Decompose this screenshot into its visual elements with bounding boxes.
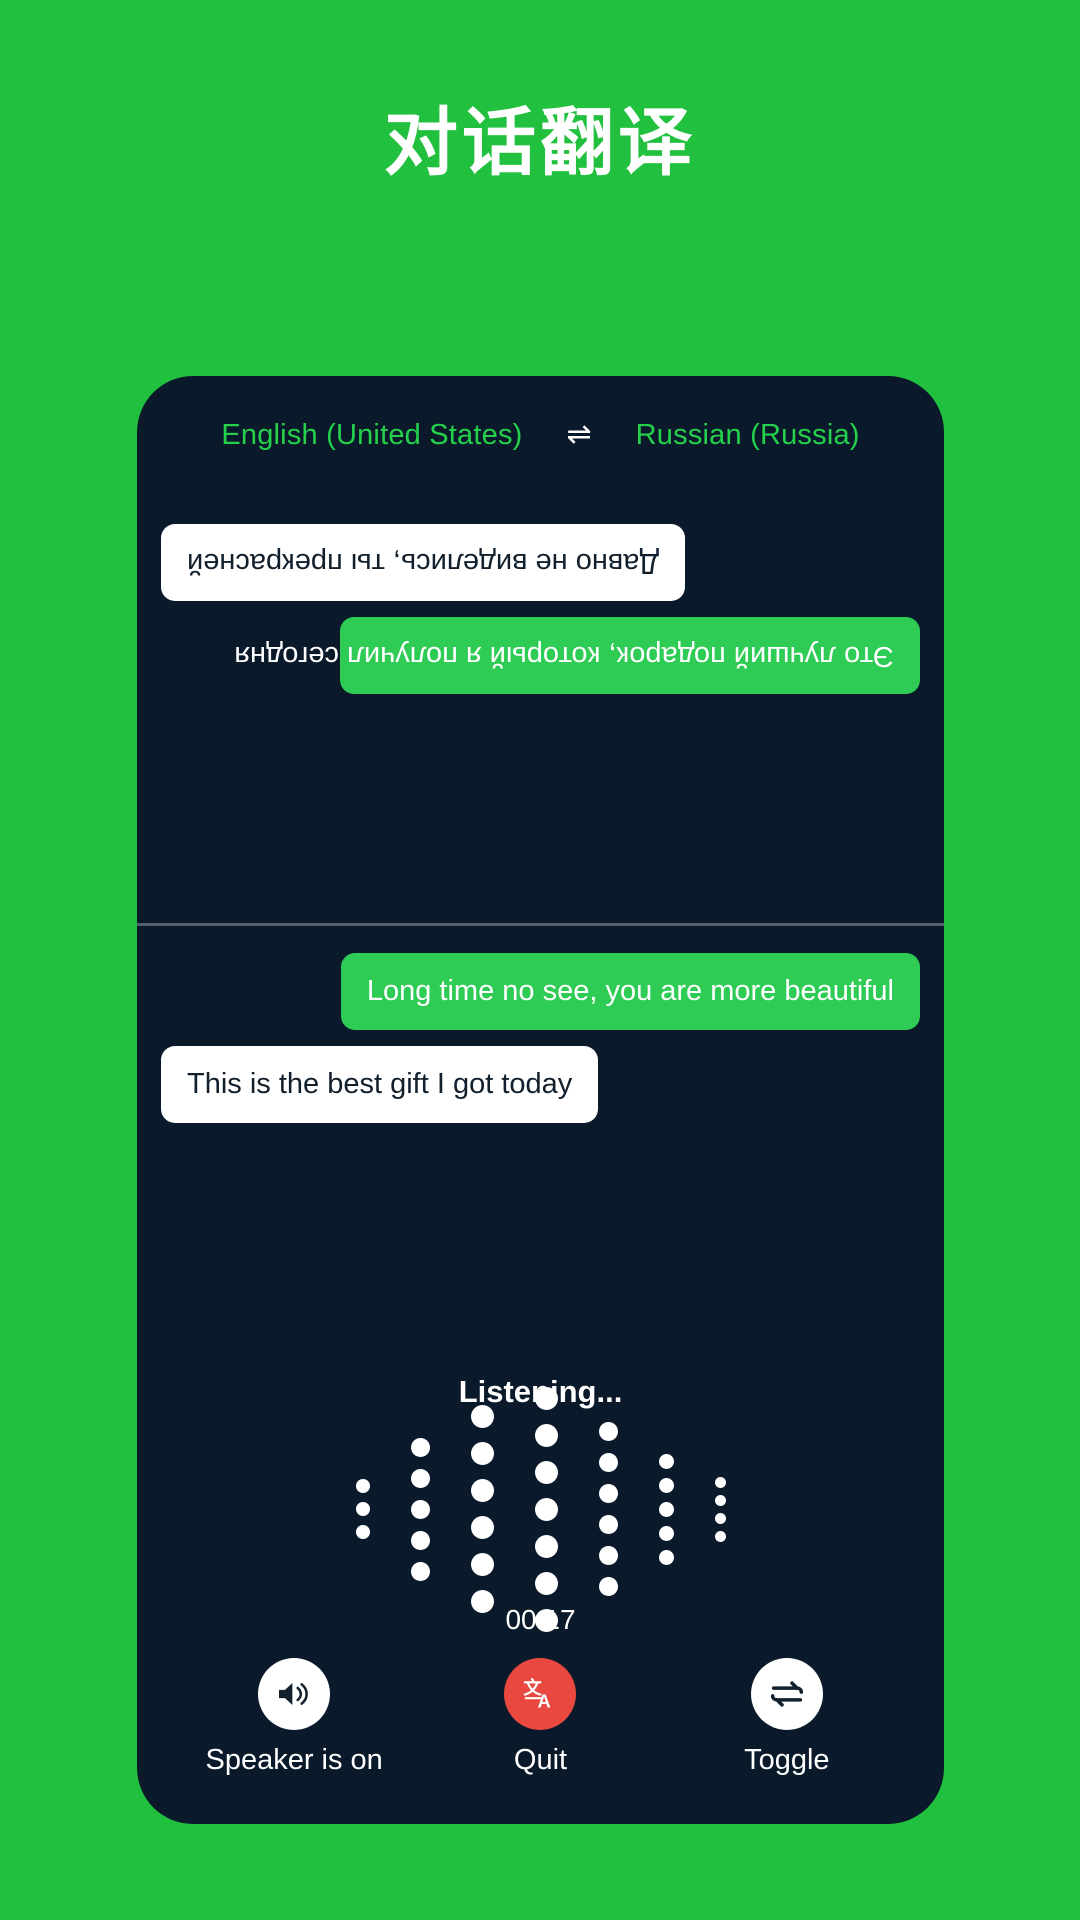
toggle-swap-icon (770, 1681, 803, 1707)
svg-text:A: A (538, 1690, 551, 1711)
speaker-on-icon (279, 1683, 309, 1705)
audio-waveform (137, 1386, 944, 1632)
waveform-dot (598, 1422, 618, 1441)
waveform-dot (534, 1386, 558, 1410)
waveform-dot (714, 1530, 726, 1542)
toggle-button-circle[interactable] (750, 1658, 823, 1730)
toggle-button-label: Toggle (744, 1744, 830, 1776)
speaker-button[interactable]: Speaker is on (179, 1658, 409, 1777)
message-bubble-local-2[interactable]: This is the best gift I got today (161, 1045, 599, 1123)
target-language-label[interactable]: Russian (Russia) (636, 419, 860, 452)
waveform-dot (470, 1516, 494, 1539)
quit-button-label: Quit (513, 1744, 568, 1776)
message-row: Давно не виделись, ты прекрасней (161, 524, 920, 601)
waveform-dot (410, 1499, 430, 1519)
waveform-dot (470, 1553, 494, 1576)
message-row: Long time no see, you are more beautiful (161, 953, 920, 1030)
waveform-dot (658, 1477, 674, 1493)
waveform-column (410, 1437, 430, 1581)
waveform-dot (534, 1497, 558, 1521)
waveform-column (714, 1476, 726, 1542)
quit-button-circle[interactable]: 文 A (504, 1658, 577, 1730)
waveform-dot (355, 1525, 370, 1539)
waveform-dot (355, 1479, 370, 1493)
waveform-dot (714, 1494, 726, 1506)
waveform-column (470, 1405, 494, 1613)
language-bar: English (United States) ⇌ Russian (Russi… (137, 376, 944, 494)
waveform-column (598, 1422, 618, 1596)
waveform-dot (534, 1423, 558, 1447)
control-bar: Speaker is on 文 A Quit Toggle (137, 1658, 944, 1777)
waveform-dot (714, 1512, 726, 1524)
waveform-dot (658, 1549, 674, 1565)
recording-timer: 00:17 (505, 1604, 576, 1635)
waveform-dot (470, 1405, 494, 1428)
speaker-button-circle[interactable] (258, 1658, 331, 1730)
toggle-button[interactable]: Toggle (672, 1658, 902, 1777)
remote-conversation-pane: Это лучший подарок, который я получил се… (137, 494, 944, 923)
waveform-dot (355, 1502, 370, 1516)
message-bubble-remote-1[interactable]: Это лучший подарок, который я получил се… (234, 616, 920, 694)
waveform-dot (658, 1453, 674, 1469)
waveform-column (658, 1453, 674, 1565)
message-row: Это лучший подарок, который я получил се… (161, 616, 920, 694)
waveform-dot (534, 1460, 558, 1484)
local-conversation-pane: Long time no see, you are more beautiful… (137, 925, 944, 1245)
waveform-dot (534, 1571, 558, 1595)
waveform-dot (714, 1476, 726, 1488)
waveform-dot (598, 1453, 618, 1472)
waveform-dot (598, 1515, 618, 1534)
message-row: This is the best gift I got today (161, 1045, 920, 1123)
waveform-dot (598, 1546, 618, 1565)
source-language-label[interactable]: English (United States) (221, 419, 522, 452)
quit-button[interactable]: 文 A Quit (425, 1658, 655, 1777)
translate-icon: 文 A (524, 1677, 551, 1711)
phone-frame: English (United States) ⇌ Russian (Russi… (137, 376, 944, 1824)
waveform-dot (598, 1484, 618, 1503)
message-bubble-local-1[interactable]: Long time no see, you are more beautiful (340, 953, 920, 1030)
waveform-dot (598, 1577, 618, 1596)
waveform-dot (410, 1437, 430, 1457)
waveform-dot (410, 1561, 430, 1581)
waveform-column (534, 1386, 558, 1632)
message-bubble-remote-2[interactable]: Давно не виделись, ты прекрасней (161, 524, 686, 601)
waveform-dot (470, 1479, 494, 1502)
page-title: 对话翻译 (384, 100, 696, 186)
waveform-dot (658, 1525, 674, 1541)
app-screen: 对话翻译 English (United States) ⇌ Russian (… (0, 0, 1080, 1920)
swap-arrows-icon[interactable]: ⇌ (559, 416, 600, 454)
speaker-button-label: Speaker is on (205, 1744, 383, 1776)
waveform-dot (658, 1501, 674, 1517)
waveform-dot (534, 1534, 558, 1558)
waveform-column (355, 1479, 370, 1539)
waveform-dot (410, 1468, 430, 1488)
waveform-dot (470, 1442, 494, 1465)
waveform-dot (410, 1530, 430, 1550)
